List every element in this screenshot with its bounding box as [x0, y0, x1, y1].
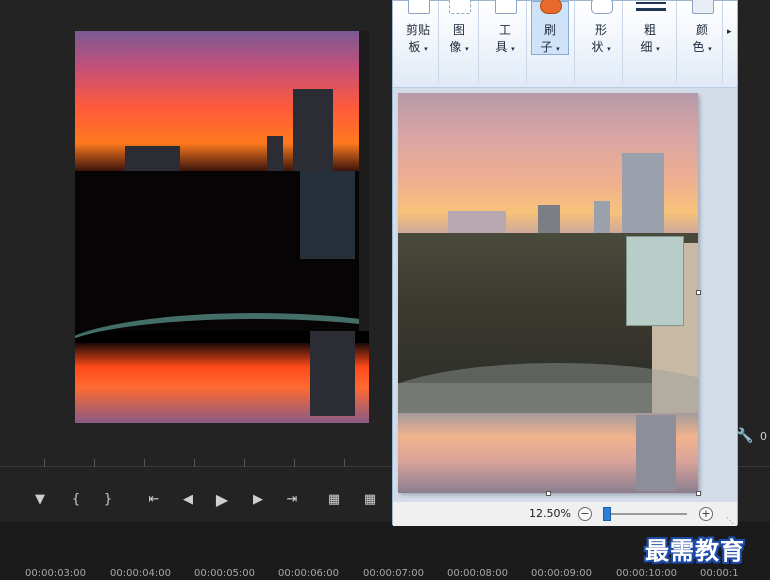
go-to-out-icon[interactable]: ⇥ [278, 484, 306, 514]
shapes-label-1: 形 [594, 23, 607, 37]
ribbon-group-clipboard: 剪贴 板 ▾ [397, 0, 439, 83]
step-back-icon[interactable]: ◀ [174, 484, 202, 514]
play-icon[interactable]: ▶ [208, 484, 236, 514]
ribbon-group-tools: 工 具 ▾ [483, 0, 527, 83]
go-to-in-icon[interactable]: ⇤ [140, 484, 168, 514]
panel-value: 0 [760, 430, 767, 443]
preview-ac-unit [300, 171, 355, 259]
dropdown-icon: ▾ [511, 45, 515, 53]
timecode-label: 00:00:06:00 [278, 568, 340, 579]
mark-out-icon[interactable]: } [94, 484, 122, 514]
ribbon-group-colors: 颜 色 ▾ [681, 0, 723, 83]
zoom-out-button[interactable]: − [578, 507, 592, 521]
colors-label-1: 颜 [695, 23, 708, 37]
colors-label-2: 色 [692, 40, 705, 54]
dropdown-icon: ▾ [465, 45, 469, 53]
image-building [448, 211, 506, 233]
ribbon-group-brushes: 刷 子 ▾ [527, 0, 575, 83]
image-ac-unit [626, 236, 684, 326]
image-label-2: 像 [449, 40, 462, 54]
image-button[interactable]: 图 像 ▾ [440, 0, 478, 57]
wrench-icon[interactable]: 🔧 [736, 428, 753, 444]
insert-icon[interactable]: ▦ [320, 484, 348, 514]
colors-button[interactable]: 颜 色 ▾ [683, 0, 721, 57]
clipboard-label-1: 剪贴 [405, 23, 430, 37]
paint-canvas-area[interactable] [393, 88, 737, 501]
zoom-slider-track[interactable] [603, 513, 687, 515]
overwrite-icon[interactable]: ▦ [356, 484, 384, 514]
step-forward-icon[interactable]: ▶ [244, 484, 272, 514]
shapes-button[interactable]: 形 状 ▾ [582, 0, 620, 57]
tools-button[interactable]: 工 具 ▾ [486, 0, 524, 57]
dropdown-icon: ▾ [607, 45, 611, 53]
zoom-level: 12.50% [529, 507, 571, 520]
preview-tower-reflection [310, 331, 355, 416]
dropdown-icon: ▾ [556, 45, 560, 53]
size-label-2: 细 [640, 40, 653, 54]
transport-controls: ▼ { } ⇤ ◀ ▶ ▶ ⇥ ▦ ▦ [0, 484, 392, 514]
timecode-label: 00:00:10:00 [616, 568, 678, 579]
paint-status-bar: 12.50% − + ⋱ [393, 501, 737, 526]
brushes-button[interactable]: 刷 子 ▾ [531, 0, 569, 55]
dropdown-icon: ▾ [708, 45, 712, 53]
tools-label-2: 具 [495, 40, 508, 54]
brush-icon [540, 0, 562, 14]
select-icon [449, 0, 471, 14]
color-palette-icon [692, 0, 714, 14]
timecode-label: 00:00:04:00 [110, 568, 172, 579]
pencil-icon [495, 0, 517, 14]
clipboard-icon [408, 0, 430, 14]
paint-window: 剪贴 板 ▾ 图 像 ▾ 工 具 ▾ 刷 子 ▾ 形 状 ▾ 粗 细 ▾ 颜 色… [392, 0, 738, 526]
brushes-label-1: 刷 [543, 23, 556, 37]
preview-tower [293, 89, 333, 171]
timecode-label: 00:00:1 [700, 568, 739, 579]
marker-icon[interactable]: ▼ [26, 484, 54, 514]
timecode-label: 00:00:09:00 [531, 568, 593, 579]
canvas-image[interactable] [398, 93, 698, 493]
ribbon-group-image: 图 像 ▾ [439, 0, 479, 83]
paint-ribbon: 剪贴 板 ▾ 图 像 ▾ 工 具 ▾ 刷 子 ▾ 形 状 ▾ 粗 细 ▾ 颜 色… [393, 0, 737, 88]
timecode-label: 00:00:08:00 [447, 568, 509, 579]
preview-building [125, 146, 180, 171]
image-water-tower [538, 205, 560, 233]
shapes-icon [591, 0, 613, 14]
zoom-in-button[interactable]: + [699, 507, 713, 521]
image-tower-reflection [636, 415, 676, 491]
image-building [594, 201, 610, 233]
watermark-logo: 最需教育 [645, 537, 745, 565]
resize-handle-corner[interactable] [696, 491, 701, 496]
timecode-label: 00:00:03:00 [25, 568, 87, 579]
image-label-1: 图 [452, 23, 465, 37]
image-tower [622, 153, 664, 233]
size-button[interactable]: 粗 细 ▾ [623, 1, 677, 57]
size-label-1: 粗 [643, 23, 656, 37]
dropdown-icon: ▾ [424, 45, 428, 53]
tools-label-1: 工 [498, 23, 511, 37]
clipboard-button[interactable]: 剪贴 板 ▾ [399, 0, 437, 57]
resize-handle-right[interactable] [696, 290, 701, 295]
line-thickness-icon [636, 2, 666, 15]
clipboard-label-2: 板 [408, 40, 421, 54]
brushes-label-2: 子 [540, 40, 553, 54]
shapes-label-2: 状 [591, 40, 604, 54]
preview-building [267, 136, 283, 171]
resize-handle-bottom[interactable] [546, 491, 551, 496]
mark-in-icon[interactable]: { [62, 484, 90, 514]
dropdown-icon: ▾ [656, 45, 660, 53]
program-monitor-preview [75, 31, 369, 423]
timecode-label: 00:00:07:00 [363, 568, 425, 579]
zoom-slider-thumb[interactable] [603, 507, 611, 521]
preview-wall [359, 31, 369, 331]
ribbon-more-icon[interactable]: ▸ [727, 27, 732, 37]
ribbon-group-shapes: 形 状 ▾ [579, 0, 623, 83]
ribbon-group-size: 粗 细 ▾ [623, 1, 677, 83]
resize-grip-icon[interactable]: ⋱ [726, 516, 734, 525]
timecode-label: 00:00:05:00 [194, 568, 256, 579]
